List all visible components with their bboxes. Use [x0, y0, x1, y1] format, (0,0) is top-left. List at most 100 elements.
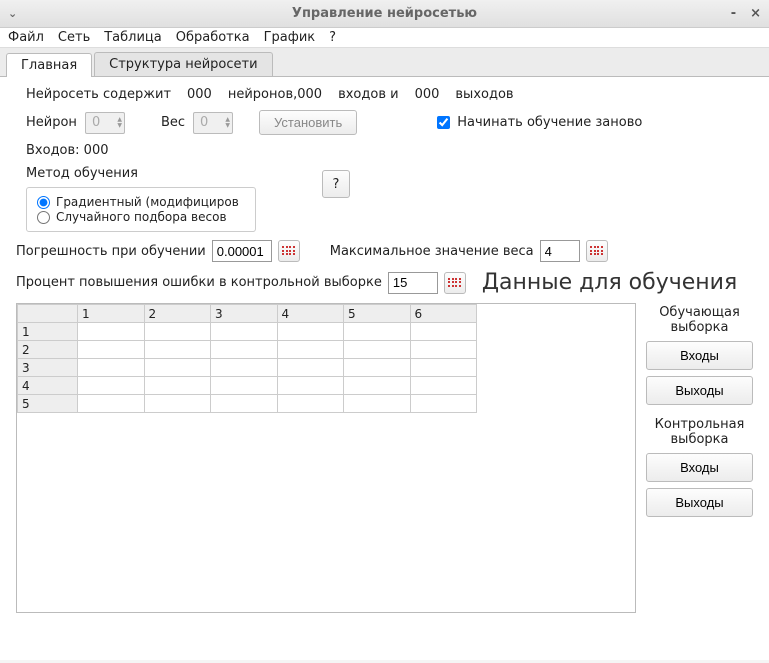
titlebar-left-marker: ⌄: [8, 7, 17, 20]
cell[interactable]: [344, 323, 411, 341]
data-table: 1 2 3 4 5 6 1 2 3 4 5: [17, 304, 477, 413]
cell[interactable]: [277, 323, 344, 341]
control-outputs-button[interactable]: Выходы: [646, 488, 753, 517]
cell[interactable]: [344, 395, 411, 413]
cell[interactable]: [144, 395, 211, 413]
row-header[interactable]: 2: [18, 341, 78, 359]
cell[interactable]: [211, 359, 278, 377]
tab-main[interactable]: Главная: [6, 53, 92, 77]
cell[interactable]: [277, 341, 344, 359]
table-row: 5: [18, 395, 477, 413]
cell[interactable]: [344, 341, 411, 359]
row-header[interactable]: 1: [18, 323, 78, 341]
keypad-icon: [448, 278, 461, 288]
cell[interactable]: [144, 359, 211, 377]
keypad-icon: [282, 246, 295, 256]
method-opt1-label: Градиентный (модифициров: [56, 195, 239, 209]
neuron-spinner-value: 0: [92, 115, 100, 130]
weight-spinner-value: 0: [200, 115, 208, 130]
weight-label: Вес: [161, 115, 185, 130]
percent-label: Процент повышения ошибки в контрольной в…: [16, 275, 382, 290]
table-row: 1: [18, 323, 477, 341]
col-header[interactable]: 4: [277, 305, 344, 323]
cell[interactable]: [410, 341, 477, 359]
cell[interactable]: [144, 341, 211, 359]
col-header[interactable]: 6: [410, 305, 477, 323]
menu-net[interactable]: Сеть: [58, 30, 90, 45]
content-area: Нейросеть содержит 000 нейронов,000 вход…: [0, 77, 769, 660]
row-header[interactable]: 5: [18, 395, 78, 413]
menubar: Файл Сеть Таблица Обработка График ?: [0, 28, 769, 48]
cell[interactable]: [78, 341, 145, 359]
data-table-container[interactable]: 1 2 3 4 5 6 1 2 3 4 5: [16, 303, 636, 613]
maxweight-keypad-button[interactable]: [586, 240, 608, 262]
tab-bar: Главная Структура нейросети: [0, 48, 769, 77]
chevron-down-icon[interactable]: ▼: [225, 123, 230, 129]
cell[interactable]: [344, 359, 411, 377]
menu-table[interactable]: Таблица: [104, 30, 162, 45]
train-inputs-button[interactable]: Входы: [646, 341, 753, 370]
side-panel: Обучающая выборка Входы Выходы Контрольн…: [646, 303, 753, 613]
cell[interactable]: [78, 377, 145, 395]
titlebar: ⌄ Управление нейросетью - ×: [0, 0, 769, 28]
cell[interactable]: [211, 395, 278, 413]
net-neurons-n: 000: [187, 87, 212, 102]
start-over-input[interactable]: [437, 116, 450, 129]
inputs-count-label: Входов: 000: [26, 143, 109, 158]
method-radio-gradient[interactable]: [37, 196, 50, 209]
cell[interactable]: [211, 377, 278, 395]
net-info-prefix: Нейросеть содержит: [26, 87, 171, 102]
menu-process[interactable]: Обработка: [176, 30, 250, 45]
table-corner: [18, 305, 78, 323]
start-over-label: Начинать обучение заново: [457, 115, 642, 130]
cell[interactable]: [211, 341, 278, 359]
percent-keypad-button[interactable]: [444, 272, 466, 294]
cell[interactable]: [344, 377, 411, 395]
row-header[interactable]: 3: [18, 359, 78, 377]
cell[interactable]: [78, 395, 145, 413]
cell[interactable]: [410, 359, 477, 377]
error-input[interactable]: [212, 240, 272, 262]
cell[interactable]: [277, 395, 344, 413]
control-inputs-button[interactable]: Входы: [646, 453, 753, 482]
method-group: Градиентный (модифициров Случайного подб…: [26, 187, 256, 232]
row-header[interactable]: 4: [18, 377, 78, 395]
percent-input[interactable]: [388, 272, 438, 294]
cell[interactable]: [410, 395, 477, 413]
cell[interactable]: [211, 323, 278, 341]
cell[interactable]: [144, 377, 211, 395]
cell[interactable]: [277, 359, 344, 377]
table-row: 2: [18, 341, 477, 359]
close-icon[interactable]: ×: [750, 6, 761, 21]
control-sample-label: Контрольная выборка: [646, 417, 753, 447]
error-keypad-button[interactable]: [278, 240, 300, 262]
menu-help[interactable]: ?: [329, 30, 336, 45]
method-radio-random[interactable]: [37, 211, 50, 224]
cell[interactable]: [78, 359, 145, 377]
table-row: 3: [18, 359, 477, 377]
col-header[interactable]: 1: [78, 305, 145, 323]
neuron-label: Нейрон: [26, 115, 77, 130]
minimize-icon[interactable]: -: [731, 6, 736, 21]
col-header[interactable]: 3: [211, 305, 278, 323]
start-over-checkbox[interactable]: Начинать обучение заново: [433, 113, 642, 132]
cell[interactable]: [410, 323, 477, 341]
neuron-spinner[interactable]: 0 ▲▼: [85, 112, 125, 134]
cell[interactable]: [144, 323, 211, 341]
method-label: Метод обучения: [26, 166, 256, 181]
method-opt2-label: Случайного подбора весов: [56, 210, 227, 224]
cell[interactable]: [410, 377, 477, 395]
cell[interactable]: [78, 323, 145, 341]
tab-structure[interactable]: Структура нейросети: [94, 52, 272, 76]
weight-spinner[interactable]: 0 ▲▼: [193, 112, 233, 134]
menu-chart[interactable]: График: [264, 30, 316, 45]
set-button[interactable]: Установить: [259, 110, 357, 135]
col-header[interactable]: 2: [144, 305, 211, 323]
maxweight-input[interactable]: [540, 240, 580, 262]
chevron-down-icon[interactable]: ▼: [117, 123, 122, 129]
method-help-button[interactable]: ?: [322, 170, 350, 198]
cell[interactable]: [277, 377, 344, 395]
train-outputs-button[interactable]: Выходы: [646, 376, 753, 405]
menu-file[interactable]: Файл: [8, 30, 44, 45]
col-header[interactable]: 5: [344, 305, 411, 323]
